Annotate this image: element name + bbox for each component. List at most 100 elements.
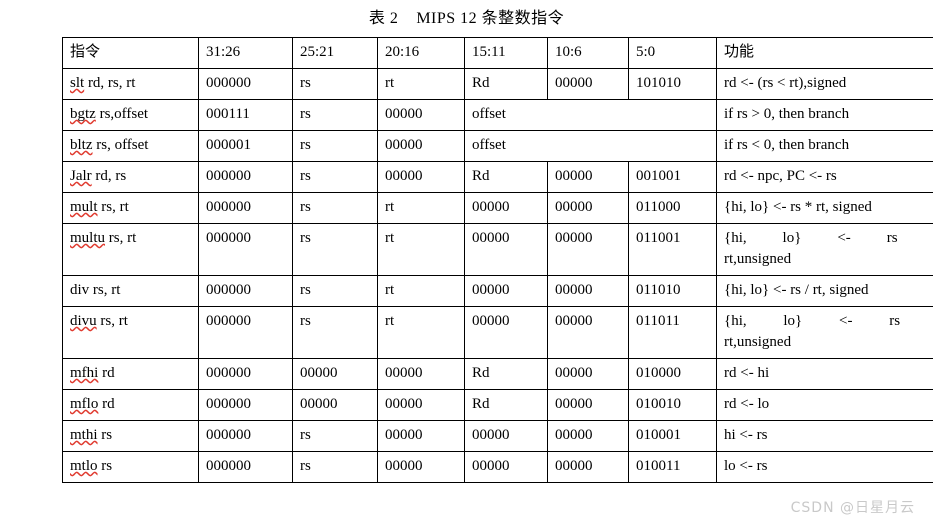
table-row: mflo rd 000000 00000 00000 Rd 00000 010010rd <… [62, 389, 933, 421]
table-row: div rs, rt 000000 rs rt 00000 00000 011010 {hi,… [62, 275, 933, 307]
cell-field-10-6: 00000 [547, 451, 629, 483]
cell-opcode-31-26: 000000 [198, 306, 293, 359]
table-row: mthi rs 000000 rs 00000 00000 00000 010001 hi <… [62, 420, 933, 452]
cell-funct-5-0: 010011 [628, 451, 717, 483]
cell-function: hi <- rs [716, 420, 933, 452]
column-header-function: 功能 [716, 37, 933, 69]
cell-field-25-21: rs [292, 68, 378, 100]
cell-opcode-31-26: 000000 [198, 358, 293, 390]
instruction-operands: rd [98, 396, 115, 412]
cell-field-10-6: 00000 [547, 420, 629, 452]
function-line-1: {hi, lo} <- rs / [724, 313, 933, 329]
spellcheck-underline: mflo [70, 396, 99, 412]
instruction-operands: rs [97, 458, 113, 474]
cell-funct-5-0: 011000 [628, 192, 717, 224]
cell-function: {hi, lo} <- rs * rt, signed [716, 192, 933, 224]
cell-field-25-21: rs [292, 420, 378, 452]
cell-function: rd <- npc, PC <- rs [716, 161, 933, 193]
cell-function: {hi, lo} <- rs / rt,unsigned [716, 306, 933, 359]
cell-field-25-21: rs [292, 99, 378, 131]
cell-field-20-16: rt [377, 275, 465, 307]
table-header: 指令 31:26 25:21 20:16 15:11 10:6 5:0 功能 [62, 37, 933, 69]
column-header-31-26: 31:26 [198, 37, 293, 69]
cell-instruction: mflo rd [62, 389, 199, 421]
table-row: bgtz rs,offset 000111 rs 00000 offset if rs >… [62, 99, 933, 131]
cell-field-20-16: 00000 [377, 130, 465, 162]
spellcheck-underline: bltz [70, 137, 93, 153]
cell-field-25-21: 00000 [292, 389, 378, 421]
cell-field-15-11: 00000 [464, 223, 548, 276]
cell-function: if rs < 0, then branch [716, 130, 933, 162]
cell-field-25-21: rs [292, 223, 378, 276]
cell-function: lo <- rs [716, 451, 933, 483]
cell-instruction: mfhi rd [62, 358, 199, 390]
instruction-operands: rd, rs, rt [84, 75, 136, 91]
instruction-operands: rs [97, 427, 113, 443]
cell-field-15-11: Rd [464, 389, 548, 421]
cell-field-15-11: 00000 [464, 451, 548, 483]
cell-field-20-16: 00000 [377, 451, 465, 483]
spellcheck-underline: multu [70, 230, 106, 246]
table-row: mfhi rd 000000 00000 00000 Rd 00000 010000rd <… [62, 358, 933, 390]
cell-field-20-16: 00000 [377, 161, 465, 193]
column-header-5-0: 5:0 [628, 37, 717, 69]
cell-instruction: bltz rs, offset [62, 130, 199, 162]
cell-function: rd <- lo [716, 389, 933, 421]
cell-function: rd <- (rs < rt),signed [716, 68, 933, 100]
column-header-25-21: 25:21 [292, 37, 378, 69]
cell-field-25-21: rs [292, 451, 378, 483]
cell-field-25-21: rs [292, 306, 378, 359]
cell-field-25-21: 00000 [292, 358, 378, 390]
table-row: Jalr rd, rs 000000 rs 00000 Rd 00000 001001rd … [62, 161, 933, 193]
cell-funct-5-0: 011011 [628, 306, 717, 359]
spellcheck-underline: bgtz [70, 106, 96, 122]
cell-function: rd <- hi [716, 358, 933, 390]
cell-field-10-6: 00000 [547, 223, 629, 276]
table-header-row: 指令 31:26 25:21 20:16 15:11 10:6 5:0 功能 [62, 37, 933, 69]
cell-instruction: divu rs, rt [62, 306, 199, 359]
table-row: bltz rs, offset 000001 rs 00000 offset if rs … [62, 130, 933, 162]
cell-funct-5-0: 101010 [628, 68, 717, 100]
instruction-operands: rs, rt [105, 230, 137, 246]
cell-instruction: mthi rs [62, 420, 199, 452]
page-title: 表 2 MIPS 12 条整数指令 [368, 10, 565, 27]
cell-field-25-21: rs [292, 192, 378, 224]
cell-opcode-31-26: 000000 [198, 223, 293, 276]
cell-instruction: mtlo rs [62, 451, 199, 483]
spellcheck-underline: mthi [70, 427, 98, 443]
cell-field-15-11: 00000 [464, 275, 548, 307]
cell-field-10-6: 00000 [547, 68, 629, 100]
cell-opcode-31-26: 000000 [198, 68, 293, 100]
mips-instruction-table: 指令 31:26 25:21 20:16 15:11 10:6 5:0 功能 s… [62, 37, 933, 483]
instruction-operands: rs, offset [92, 137, 149, 153]
cell-field-15-11: 00000 [464, 192, 548, 224]
instruction-operands: rs, rt [97, 199, 129, 215]
cell-opcode-31-26: 000000 [198, 451, 293, 483]
cell-field-25-21: rs [292, 275, 378, 307]
cell-opcode-31-26: 000000 [198, 389, 293, 421]
cell-field-20-16: rt [377, 223, 465, 276]
cell-opcode-31-26: 000000 [198, 275, 293, 307]
cell-field-20-16: 00000 [377, 358, 465, 390]
cell-field-15-11: Rd [464, 358, 548, 390]
spellcheck-underline: Jalr [70, 168, 92, 184]
spellcheck-underline: mfhi [70, 365, 99, 381]
cell-field-10-6: 00000 [547, 275, 629, 307]
instruction-operands: rd [98, 365, 115, 381]
function-line-2: rt,unsigned [724, 334, 792, 350]
cell-field-15-11: Rd [464, 68, 548, 100]
function-line-2: rt,unsigned [724, 251, 792, 267]
cell-opcode-31-26: 000001 [198, 130, 293, 162]
cell-field-20-16: 00000 [377, 389, 465, 421]
column-header-20-16: 20:16 [377, 37, 465, 69]
cell-field-15-11: 00000 [464, 306, 548, 359]
csdn-watermark: CSDN @日星月云 [790, 500, 915, 516]
cell-funct-5-0: 011001 [628, 223, 717, 276]
cell-field-20-16: rt [377, 306, 465, 359]
cell-offset-merged: offset [464, 130, 717, 162]
cell-field-15-11: Rd [464, 161, 548, 193]
cell-field-20-16: 00000 [377, 420, 465, 452]
cell-opcode-31-26: 000000 [198, 161, 293, 193]
cell-field-20-16: rt [377, 68, 465, 100]
cell-funct-5-0: 011010 [628, 275, 717, 307]
